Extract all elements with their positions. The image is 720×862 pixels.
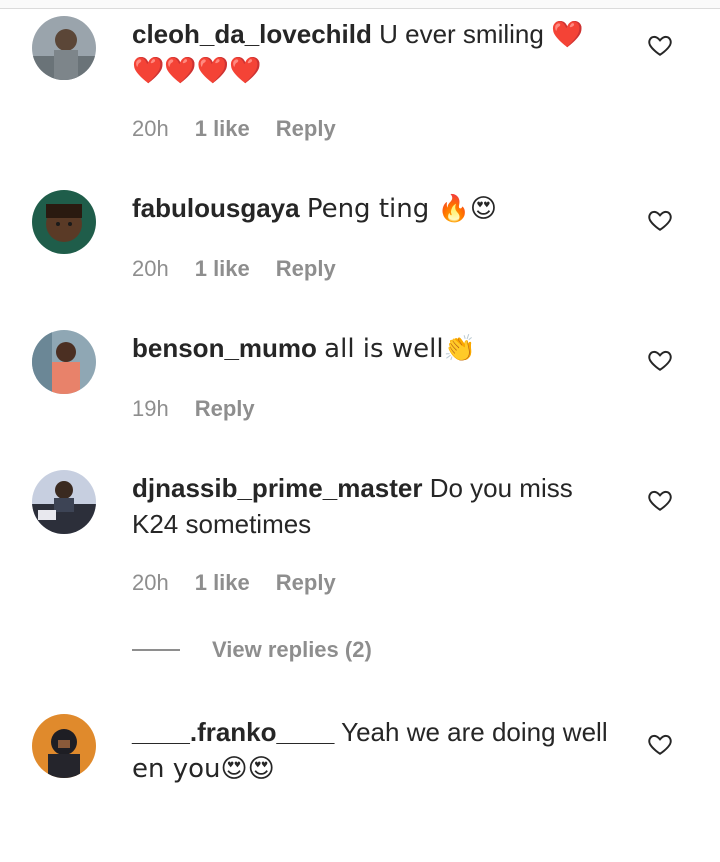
view-replies-divider — [132, 649, 180, 651]
reply-button[interactable]: Reply — [276, 116, 336, 142]
reply-button[interactable]: Reply — [195, 396, 255, 422]
comment-body: fabulousgaya Peng ting 🔥😍 — [132, 190, 612, 227]
like-heart-icon[interactable] — [647, 347, 673, 373]
comment-text-line2: en you😍😍 — [132, 754, 275, 784]
like-heart-icon[interactable] — [647, 32, 673, 58]
comment-username[interactable]: fabulousgaya — [132, 193, 300, 223]
comment-body: benson_mumo all is well👏 — [132, 330, 612, 367]
like-heart-icon[interactable] — [647, 731, 673, 757]
comment-username[interactable]: ____.franko____ — [132, 717, 334, 747]
comment-text: Yeah we are doing well — [341, 717, 608, 747]
comment-text-line2: ❤️❤️❤️❤️ — [132, 56, 262, 86]
comment-time: 20h — [132, 116, 169, 141]
like-heart-icon[interactable] — [647, 487, 673, 513]
comment-text: U ever smiling ❤️ — [379, 19, 584, 49]
avatar[interactable] — [32, 16, 96, 80]
avatar[interactable] — [32, 714, 96, 778]
like-heart-icon[interactable] — [647, 207, 673, 233]
reply-button[interactable]: Reply — [276, 570, 336, 596]
comment-meta: 20h 1 like Reply — [132, 570, 336, 596]
comment-username[interactable]: djnassib_prime_master — [132, 473, 422, 503]
view-replies-button[interactable]: View replies (2) — [132, 637, 372, 663]
comment-text: Peng ting 🔥😍 — [306, 194, 497, 224]
comment-body: cleoh_da_lovechild U ever smiling ❤️ ❤️❤… — [132, 16, 612, 89]
comment-time: 20h — [132, 256, 169, 281]
view-replies-label: View replies (2) — [212, 637, 372, 662]
comment-meta: 19h Reply — [132, 396, 255, 422]
top-divider — [0, 0, 720, 9]
comment-username[interactable]: cleoh_da_lovechild — [132, 19, 372, 49]
avatar[interactable] — [32, 330, 96, 394]
comment-text: all is well👏 — [324, 334, 476, 364]
comment-likes[interactable]: 1 like — [195, 256, 250, 282]
comment-time: 20h — [132, 570, 169, 595]
comment-body: djnassib_prime_master Do you miss K24 so… — [132, 470, 612, 542]
reply-button[interactable]: Reply — [276, 256, 336, 282]
comment-text: Do you miss — [429, 473, 573, 503]
avatar[interactable] — [32, 190, 96, 254]
comment-likes[interactable]: 1 like — [195, 570, 250, 596]
comment-likes[interactable]: 1 like — [195, 116, 250, 142]
comment-username[interactable]: benson_mumo — [132, 333, 317, 363]
comment-meta: 20h 1 like Reply — [132, 256, 336, 282]
comment-time: 19h — [132, 396, 169, 421]
avatar[interactable] — [32, 470, 96, 534]
comment-meta: 20h 1 like Reply — [132, 116, 336, 142]
comment-text-line2: K24 sometimes — [132, 509, 312, 539]
comment-body: ____.franko____ Yeah we are doing well e… — [132, 714, 612, 787]
